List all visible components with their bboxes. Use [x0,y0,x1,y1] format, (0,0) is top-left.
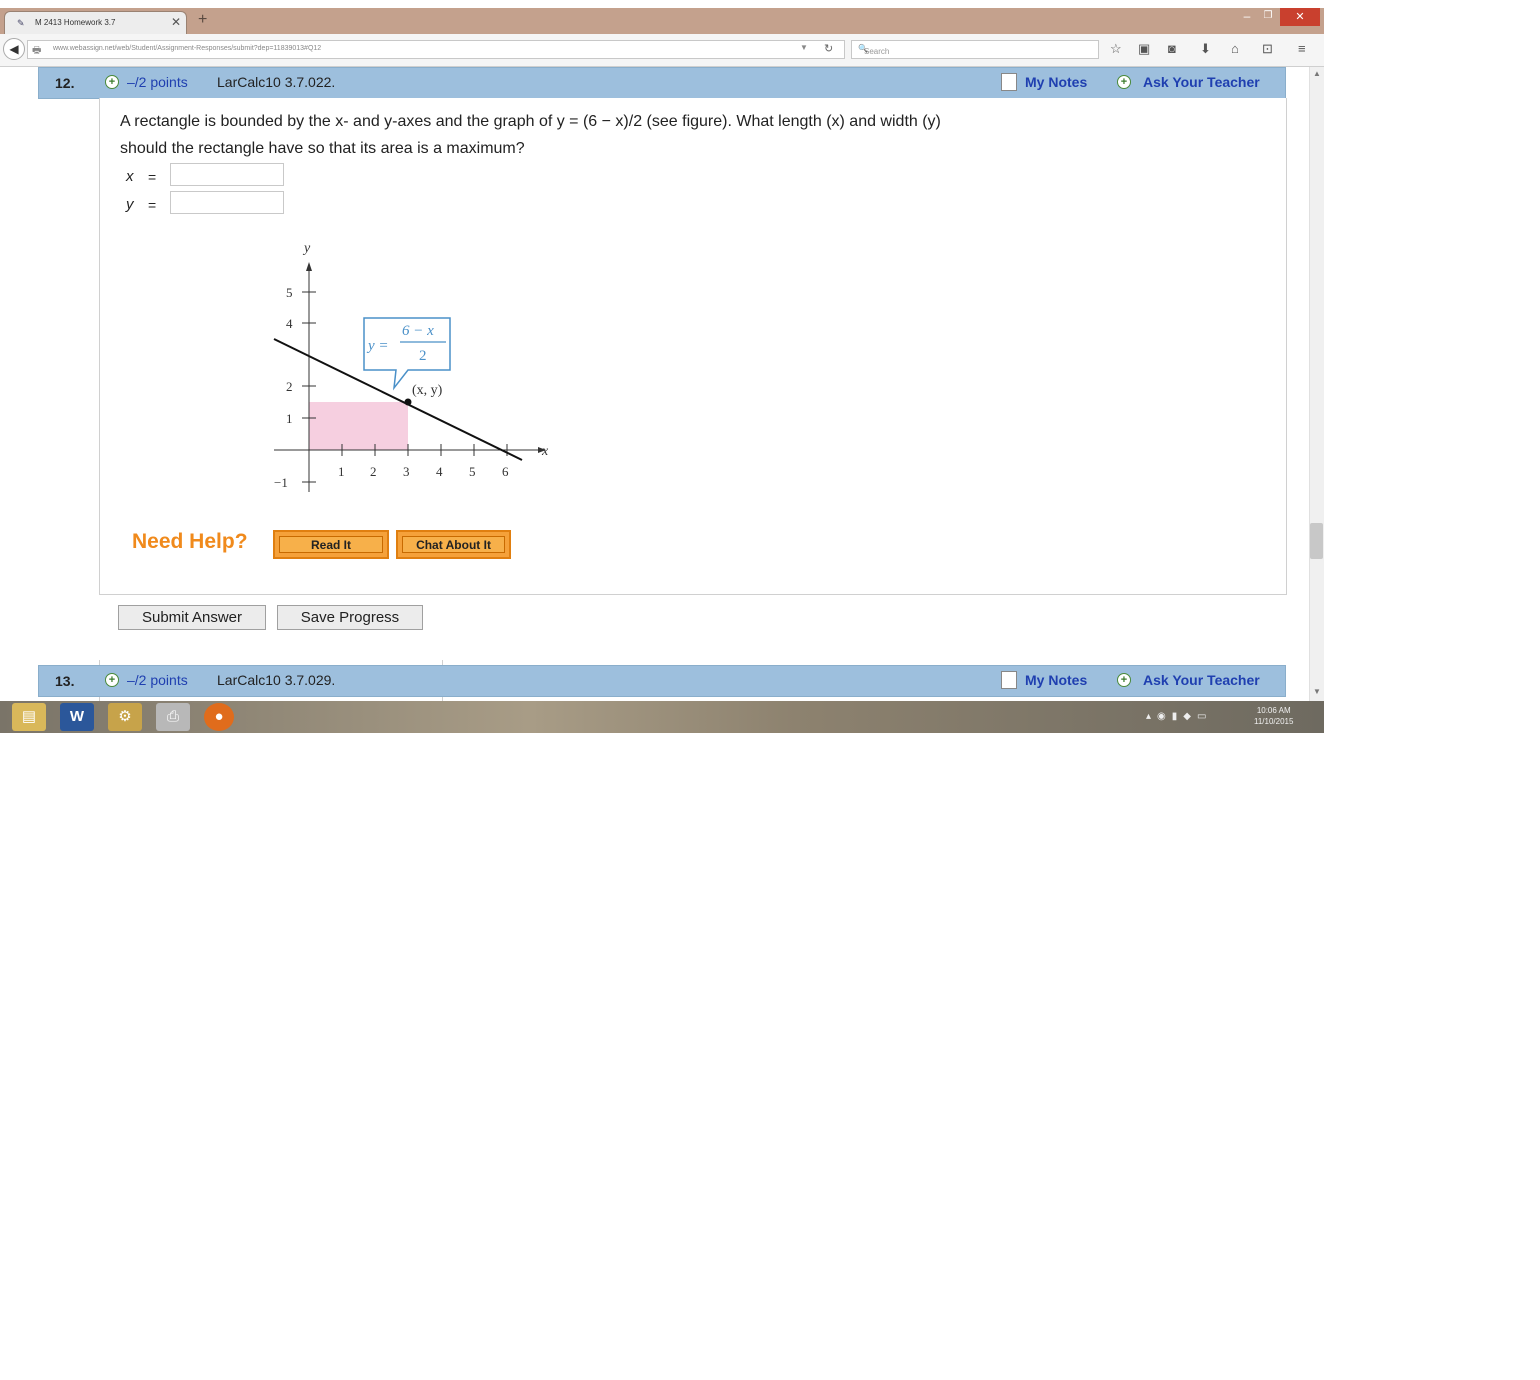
download-icon[interactable]: ⬇ [1200,41,1211,57]
new-tab-button[interactable]: + [198,11,207,29]
printer-icon[interactable]: ⎙ [156,703,190,731]
home-icon[interactable]: ⌂ [1231,41,1239,56]
sync-icon[interactable]: ⊡ [1262,41,1273,57]
tab-title: M 2413 Homework 3.7 [35,18,116,27]
callout-denominator: 2 [419,348,427,364]
answer-x-equals: = [148,169,157,185]
bookmarks-menu-icon[interactable]: ▣ [1138,41,1150,57]
browser-tab[interactable]: ✎ M 2413 Homework 3.7 ✕ [4,11,187,34]
clock-date: 11/10/2015 [1254,717,1294,726]
need-help-label: Need Help? [132,530,248,553]
x-tick-label: 2 [370,464,377,479]
chat-about-it-label: Chat About It [402,536,505,553]
question-source: LarCalc10 3.7.029. [217,672,336,688]
windows-taskbar: ▤ W ⚙ ⎙ ● ▴◉▮◆▭ 10:06 AM 11/10/2015 [0,701,1324,733]
word-icon[interactable]: W [60,703,94,731]
notes-icon[interactable] [1001,671,1017,689]
question-source: LarCalc10 3.7.022. [217,74,336,90]
callout-numerator: 6 − x [402,323,434,339]
points-link[interactable]: –/2 points [127,74,188,90]
browser-navbar: ◀ 🖶 www.webassign.net/web/Student/Assign… [0,34,1324,67]
control-panel-icon[interactable]: ⚙ [108,703,142,731]
scroll-up-icon[interactable]: ▲ [1313,69,1321,78]
submit-answer-button[interactable]: Submit Answer [118,605,266,630]
answer-x-label: x [126,168,134,185]
y-tick-label: 2 [286,379,293,394]
browser-titlebar: ✎ M 2413 Homework 3.7 ✕ + – ❐ ✕ [0,8,1324,34]
read-it-label: Read It [279,536,383,553]
notes-icon[interactable] [1001,73,1017,91]
tab-close-icon[interactable]: ✕ [171,15,181,29]
screenshot-area: ✎ M 2413 Homework 3.7 ✕ + – ❐ ✕ ◀ 🖶 www.… [0,0,1324,733]
hamburger-menu-icon[interactable]: ≡ [1298,41,1306,56]
x-axis-label: x [541,444,549,459]
answer-y-label: y [126,196,134,213]
y-axis-label: y [302,241,311,256]
y-tick-label: 1 [286,411,293,426]
window-maximize-button[interactable]: ❐ [1258,8,1278,26]
rectangle-region [309,402,408,450]
my-notes-link[interactable]: My Notes [1025,672,1087,688]
y-tick-label: 4 [286,316,293,331]
scrollbar-thumb[interactable] [1310,523,1323,559]
point-label: (x, y) [412,383,443,398]
expand-plus-icon[interactable]: + [105,673,119,687]
ask-teacher-link[interactable]: Ask Your Teacher [1143,672,1260,688]
webassign-favicon-icon: ✎ [17,18,25,28]
clock-time: 10:06 AM [1256,706,1291,715]
y-tick-label: 5 [286,285,293,300]
x-tick-label: 1 [338,464,345,479]
read-it-button[interactable]: Read It [273,530,389,559]
search-bar[interactable]: 🔍 Search [851,40,1099,59]
pocket-icon[interactable]: ◙ [1168,41,1176,56]
answer-y-input[interactable] [170,191,284,214]
window-minimize-button[interactable]: – [1238,8,1256,26]
reload-icon[interactable]: ↻ [824,42,833,55]
url-text: www.webassign.net/web/Student/Assignment… [53,45,322,52]
y-tick-label: −1 [274,475,288,490]
chat-about-it-button[interactable]: Chat About It [396,530,511,559]
points-link[interactable]: –/2 points [127,672,188,688]
ask-teacher-plus-icon[interactable]: + [1117,75,1131,89]
firefox-icon[interactable]: ● [204,703,234,731]
callout-lhs: y = [366,338,389,354]
search-placeholder-text: Search [864,47,890,56]
answer-y-equals: = [148,197,157,213]
bookmark-star-icon[interactable]: ☆ [1110,41,1122,57]
save-progress-button[interactable]: Save Progress [277,605,423,630]
back-arrow-icon: ◀ [9,42,19,56]
my-notes-link[interactable]: My Notes [1025,74,1087,90]
search-placeholder: 🔍 Search [858,44,890,56]
question-text-line-2: should the rectangle have so that its ar… [120,140,525,157]
window-close-button[interactable]: ✕ [1280,8,1320,26]
question-text-line-1: A rectangle is bounded by the x- and y-a… [120,113,941,130]
point-xy [404,398,412,406]
scroll-down-icon[interactable]: ▼ [1313,687,1321,696]
taskbar-clock[interactable]: 10:06 AM 11/10/2015 [1254,705,1293,727]
x-tick-label: 3 [403,464,410,479]
x-tick-label: 6 [502,464,509,479]
system-tray-icons[interactable]: ▴◉▮◆▭ [1146,711,1212,722]
question-12-header: 12. + –/2 points LarCalc10 3.7.022. My N… [38,67,1286,99]
question-number: 13. [55,673,75,689]
file-explorer-icon[interactable]: ▤ [12,703,46,731]
y-axis-arrow [306,262,312,271]
x-tick-label: 5 [469,464,476,479]
ask-teacher-plus-icon[interactable]: + [1117,673,1131,687]
rectangle-figure: y x 5 4 2 1 −1 1 2 3 4 5 6 (x, y) y = 6 … [273,241,549,492]
expand-plus-icon[interactable]: + [105,75,119,89]
question-number: 12. [55,75,75,91]
back-button[interactable]: ◀ [3,38,25,60]
x-tick-label: 4 [436,464,443,479]
answer-x-input[interactable] [170,163,284,186]
url-bar[interactable]: 🖶 www.webassign.net/web/Student/Assignme… [27,40,845,59]
ask-teacher-link[interactable]: Ask Your Teacher [1143,74,1260,90]
url-dropdown-icon[interactable]: ▼ [800,43,808,52]
page-scrollbar[interactable]: ▲ ▼ [1309,67,1324,701]
question-13-header: 13. + –/2 points LarCalc10 3.7.029. My N… [38,665,1286,697]
site-info-icon[interactable]: 🖶 [32,43,41,60]
